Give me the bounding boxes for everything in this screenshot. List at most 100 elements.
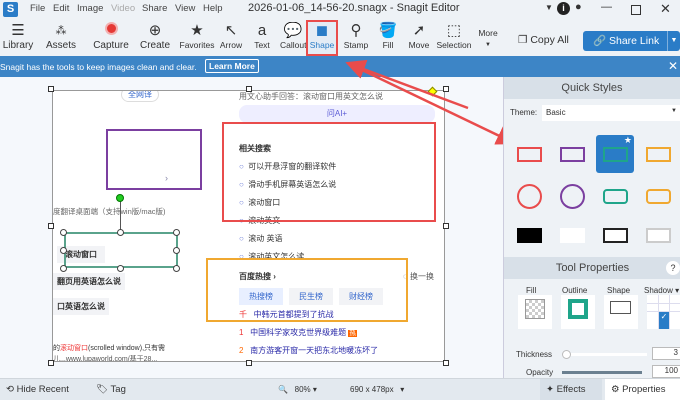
menu-file[interactable]: File xyxy=(30,3,45,14)
more-label: More xyxy=(478,28,498,38)
resize-handle[interactable] xyxy=(117,229,124,236)
quick-style-swatch[interactable] xyxy=(596,177,634,215)
effects-tab[interactable]: ✦ Effects xyxy=(540,379,602,400)
share-link-button[interactable]: 🔗 Share Link ▼ xyxy=(583,31,680,51)
tool-arrow[interactable]: ↖ Arrow xyxy=(218,22,244,50)
menu-edit[interactable]: Edit xyxy=(53,3,69,14)
shadow-grid[interactable]: ✓ xyxy=(647,295,680,329)
tool-fill[interactable]: 🪣 Fill xyxy=(376,22,400,50)
menu-view[interactable]: View xyxy=(175,3,195,14)
orange-rectangle-annotation[interactable] xyxy=(206,258,408,322)
assets-label: Assets xyxy=(45,40,76,51)
resize-handle[interactable] xyxy=(173,265,180,272)
menu-video[interactable]: Video xyxy=(111,3,135,14)
title-bar: S File Edit Image Video Share View Help … xyxy=(0,0,680,20)
tool-stamp[interactable]: ⚲ Stamp xyxy=(342,22,370,50)
tool-callout[interactable]: 💬 Callout xyxy=(280,22,306,50)
canvas-handle[interactable] xyxy=(246,360,252,366)
link-icon: 🔗 xyxy=(593,35,607,47)
canvas-handle[interactable] xyxy=(48,360,54,366)
resize-handle[interactable] xyxy=(60,265,67,272)
purple-rectangle-annotation[interactable]: › xyxy=(106,129,202,190)
quick-style-swatch[interactable] xyxy=(639,177,677,215)
quick-style-swatch[interactable]: ★ xyxy=(596,135,634,173)
history-icon: ⟲ xyxy=(6,384,14,395)
quick-style-swatch[interactable] xyxy=(596,221,634,249)
resize-handle[interactable] xyxy=(60,229,67,236)
hide-recent-button[interactable]: ⟲ Hide Recent xyxy=(6,384,69,395)
library-button[interactable]: ☰ Library xyxy=(2,22,34,51)
thickness-input[interactable]: 3 xyxy=(652,347,680,360)
tag-button[interactable]: 🏷 Tag xyxy=(96,384,126,395)
gear-icon: ⚙ xyxy=(611,384,620,395)
community-icon[interactable]: ● xyxy=(575,1,582,13)
snagit-logo: S xyxy=(3,2,18,17)
transparent-swatch xyxy=(525,299,545,319)
share-dropdown-icon[interactable]: ▼ xyxy=(667,31,680,51)
banner-close-icon[interactable]: ✕ xyxy=(668,59,678,73)
dropdown-icon[interactable]: ▼ xyxy=(545,3,553,12)
right-panel: Quick Styles Theme: Basic ▼ ★ Tool Proper… xyxy=(503,77,680,378)
checkmark-icon: ✓ xyxy=(658,312,670,329)
quick-style-swatch[interactable] xyxy=(510,221,548,249)
fill-picker[interactable] xyxy=(518,295,552,329)
capture-button[interactable]: Capture xyxy=(92,22,130,51)
quick-style-swatch[interactable] xyxy=(553,177,591,215)
maximize-icon[interactable] xyxy=(631,5,641,15)
red-rectangle-annotation[interactable] xyxy=(222,122,436,222)
opacity-slider[interactable] xyxy=(562,371,642,374)
assets-button[interactable]: ⁂ Assets xyxy=(42,22,80,51)
info-icon[interactable]: i xyxy=(557,2,570,15)
quick-style-swatch[interactable] xyxy=(639,135,677,173)
move-icon: ➚ xyxy=(412,22,426,39)
resize-handle[interactable] xyxy=(173,247,180,254)
tool-favorites[interactable]: ★ Favorites xyxy=(179,22,215,50)
quick-style-swatch[interactable] xyxy=(510,135,548,173)
help-button[interactable]: ? xyxy=(666,261,680,275)
resize-handle[interactable] xyxy=(173,229,180,236)
chevron-down-icon: ▼ xyxy=(671,108,677,114)
copy-all-button[interactable]: ❐ Copy All xyxy=(518,34,569,46)
tool-shape[interactable]: ◼ Shape xyxy=(306,20,338,56)
tool-move[interactable]: ➚ Move xyxy=(406,22,432,50)
close-icon[interactable]: ✕ xyxy=(660,1,671,17)
resize-handle[interactable] xyxy=(117,265,124,272)
menu-help[interactable]: Help xyxy=(203,3,223,14)
opacity-input[interactable]: 100 xyxy=(652,365,680,378)
thickness-label: Thickness xyxy=(516,350,553,359)
canvas-handle[interactable] xyxy=(48,223,54,229)
quick-style-swatch[interactable] xyxy=(553,221,591,249)
tool-text[interactable]: a Text xyxy=(250,22,274,50)
quick-style-swatch[interactable] xyxy=(510,177,548,215)
outline-picker[interactable] xyxy=(561,295,595,329)
menu-image[interactable]: Image xyxy=(77,3,103,14)
canvas-handle[interactable] xyxy=(443,223,449,229)
theme-select[interactable]: Basic ▼ xyxy=(542,105,680,121)
zoom-select[interactable]: 🔍 80% ▾ xyxy=(278,385,317,394)
quick-style-swatch[interactable] xyxy=(639,221,677,249)
shape-label: Shape xyxy=(309,40,335,50)
canvas-handle[interactable] xyxy=(246,86,252,92)
image-size-select[interactable]: 690 x 478px ▾ xyxy=(350,385,404,394)
quick-style-swatch[interactable] xyxy=(553,135,591,173)
thickness-slider[interactable] xyxy=(562,350,647,359)
stamp-icon: ⚲ xyxy=(350,22,362,39)
menu-share[interactable]: Share xyxy=(142,3,167,14)
selected-green-rectangle[interactable] xyxy=(64,232,178,268)
arrow-label: Arrow xyxy=(219,40,243,50)
canvas-handle[interactable] xyxy=(443,86,449,92)
minimize-icon[interactable]: — xyxy=(601,1,612,13)
properties-tab[interactable]: ⚙ Properties xyxy=(605,379,680,400)
left-snippet-url: 儿...www.lupaworld.com/基于28... xyxy=(53,356,158,362)
canvas-handle[interactable] xyxy=(48,86,54,92)
more-button[interactable]: More ▼ xyxy=(476,28,500,49)
resize-handle[interactable] xyxy=(60,247,67,254)
create-button[interactable]: ⊕ Create xyxy=(138,22,172,51)
shape-label: Shape xyxy=(607,286,631,295)
search-icon: 🔍 xyxy=(278,385,288,394)
rotate-handle[interactable] xyxy=(116,194,124,202)
canvas-handle[interactable] xyxy=(443,360,449,366)
shape-picker[interactable] xyxy=(604,295,638,329)
tool-selection[interactable]: ⬚ Selection xyxy=(435,22,473,50)
learn-more-button[interactable]: Learn More xyxy=(205,59,259,73)
